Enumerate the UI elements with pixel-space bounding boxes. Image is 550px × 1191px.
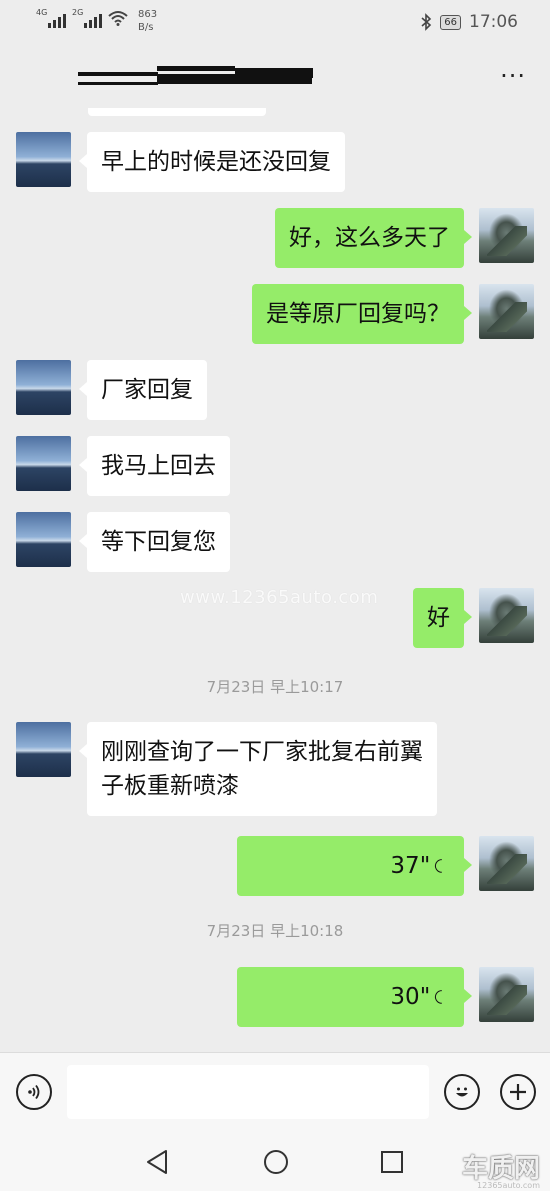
- message-bubble-incoming[interactable]: 等下回复您: [79, 512, 230, 572]
- bluetooth-icon: [421, 13, 432, 31]
- network-speed: 863 B/s: [138, 8, 157, 34]
- signal-icon-sim1: 4G: [36, 8, 66, 28]
- contact-avatar[interactable]: [16, 436, 71, 491]
- voice-wave-glyph: [28, 1084, 40, 1100]
- recent-apps-nav-icon[interactable]: [379, 1148, 405, 1176]
- message-input[interactable]: [67, 1065, 429, 1119]
- watermark: www.12365auto.com: [180, 587, 379, 608]
- plus-icon[interactable]: [500, 1074, 536, 1110]
- self-avatar[interactable]: [479, 588, 534, 643]
- timestamp: 7月23日 早上10:18: [206, 922, 344, 940]
- net-speed-unit: B/s: [138, 22, 154, 33]
- home-nav-icon[interactable]: [262, 1148, 290, 1176]
- wifi-icon: [108, 11, 128, 26]
- back-nav-icon[interactable]: [144, 1148, 170, 1176]
- logo-name: 车质网: [461, 1154, 540, 1184]
- site-logo: 车质网 12365auto.com: [462, 1148, 540, 1190]
- voice-wave-icon: ◡: [432, 858, 454, 874]
- signal-icon-sim2: 2G: [72, 8, 102, 28]
- battery-indicator: 66: [440, 14, 461, 30]
- timestamp: 7月23日 早上10:17: [206, 678, 344, 696]
- previous-bubble-fragment: [88, 108, 266, 116]
- message-line: 刚刚查询了一下厂家批复右前翼: [101, 739, 423, 765]
- self-avatar[interactable]: [479, 284, 534, 339]
- voice-icon[interactable]: [16, 1074, 52, 1110]
- self-avatar[interactable]: [479, 208, 534, 263]
- smiley-glyph: [456, 1087, 468, 1097]
- message-bubble-incoming[interactable]: 我马上回去: [79, 436, 230, 496]
- input-bar: [0, 1052, 550, 1131]
- message-bubble-incoming[interactable]: 厂家回复: [79, 360, 207, 420]
- sim1-tag: 4G: [36, 8, 48, 17]
- contact-avatar[interactable]: [16, 722, 71, 777]
- message-bubble-incoming[interactable]: 早上的时候是还没回复: [79, 132, 345, 192]
- voice-message-bubble[interactable]: 37" ◡: [237, 836, 472, 896]
- contact-avatar[interactable]: [16, 360, 71, 415]
- message-bubble-outgoing[interactable]: 是等原厂回复吗？: [252, 284, 472, 344]
- message-bubble-incoming[interactable]: 刚刚查询了一下厂家批复右前翼 子板重新喷漆: [79, 722, 437, 816]
- voice-wave-icon: ◡: [432, 989, 454, 1005]
- clock: 17:06: [469, 12, 518, 32]
- contact-avatar[interactable]: [16, 132, 71, 187]
- net-speed-value: 863: [138, 9, 158, 20]
- contact-avatar[interactable]: [16, 512, 71, 567]
- more-options-button[interactable]: ···: [500, 62, 526, 90]
- emoji-icon[interactable]: [444, 1074, 480, 1110]
- message-bubble-outgoing[interactable]: 好，这么多天了: [275, 208, 472, 268]
- message-line: 子板重新喷漆: [101, 773, 239, 799]
- status-bar: 4G 2G 863 B/s 66 17:06: [0, 0, 550, 48]
- self-avatar[interactable]: [479, 836, 534, 891]
- voice-message-bubble[interactable]: 30" ◡: [237, 967, 472, 1027]
- sim2-tag: 2G: [72, 8, 84, 17]
- plus-glyph: [510, 1084, 526, 1100]
- chat-header: ···: [0, 48, 550, 110]
- message-bubble-outgoing[interactable]: 好: [413, 588, 472, 648]
- self-avatar[interactable]: [479, 967, 534, 1022]
